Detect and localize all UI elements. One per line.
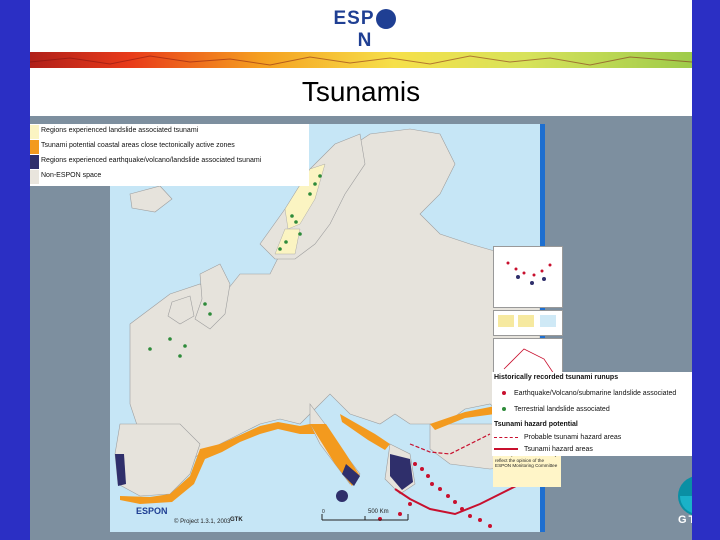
tsunami-hazard-line bbox=[394, 483, 521, 516]
green-dot-icon bbox=[502, 407, 506, 412]
legend-label-hazard: Tsunami hazard areas bbox=[524, 446, 593, 453]
espon-logo: ESPN EUROPEAN SPATIAL PLANNING OBSERVATI… bbox=[330, 8, 400, 62]
solid-line-icon bbox=[494, 448, 518, 451]
legend-label-tectonic: Tsunami potential coastal areas close te… bbox=[41, 142, 235, 149]
runup-hazard-legend: Historically recorded tsunami runups Ear… bbox=[492, 372, 692, 456]
espon-small-logo: ESPON bbox=[136, 506, 168, 516]
legend-row-tectonic: Tsunami potential coastal areas close te… bbox=[30, 140, 309, 154]
gtk-small-logo: GTK bbox=[230, 517, 243, 523]
dashed-line-icon bbox=[494, 436, 518, 438]
left-frame-bar bbox=[0, 0, 30, 540]
disclaimer-note: This map does not necessarily reflect th… bbox=[493, 451, 561, 487]
gtk-logo-text: GTK bbox=[678, 514, 692, 526]
slide: ESPN EUROPEAN SPATIAL PLANNING OBSERVATI… bbox=[30, 0, 692, 540]
legend-swatch-non-espon bbox=[30, 170, 39, 184]
legend-label-landslide-runup: Terrestrial landslide associated bbox=[514, 406, 610, 413]
legend-row-landslide: Regions experienced landslide associated… bbox=[30, 125, 309, 139]
legend-swatch-tectonic bbox=[30, 140, 39, 154]
inset-azores bbox=[493, 310, 563, 336]
legend-row-earthquake: Regions experienced earthquake/volcano/l… bbox=[30, 155, 309, 169]
legend-label-earthquake: Regions experienced earthquake/volcano/l… bbox=[41, 157, 262, 164]
legend-item-hazard: Tsunami hazard areas bbox=[494, 446, 593, 453]
logo-text: ESP bbox=[333, 8, 375, 29]
legend-label-eq-runup: Earthquake/Volcano/submarine landslide a… bbox=[514, 390, 677, 397]
hazard-color-stripe bbox=[30, 52, 692, 68]
legend-row-non-espon: Non-ESPON space bbox=[30, 170, 309, 184]
right-frame-bar bbox=[692, 0, 720, 540]
copyright-text: © Project 1.3.1, 2003 bbox=[174, 519, 231, 525]
scale-label: 500 Km bbox=[368, 509, 389, 515]
inset-canary bbox=[493, 246, 563, 308]
legend-item-eq-runup: Earthquake/Volcano/submarine landslide a… bbox=[494, 390, 676, 397]
legend-swatch-landslide bbox=[30, 125, 39, 139]
inset-canary-graphic bbox=[506, 261, 552, 285]
scale-bar: 0 bbox=[321, 509, 409, 521]
legend-swatch-earthquake bbox=[30, 155, 39, 169]
header: ESPN EUROPEAN SPATIAL PLANNING OBSERVATI… bbox=[30, 0, 692, 62]
slide-title: Tsunamis bbox=[301, 76, 421, 107]
legend-label-landslide: Regions experienced landslide associated… bbox=[41, 127, 199, 134]
iceland bbox=[129, 185, 173, 213]
hazard-heading: Tsunami hazard potential bbox=[494, 421, 578, 428]
runups-heading: Historically recorded tsunami runups bbox=[494, 374, 619, 381]
legend-label-non-espon: Non-ESPON space bbox=[41, 172, 102, 179]
red-dot-icon bbox=[502, 391, 506, 396]
eu-stars-icon bbox=[375, 8, 396, 29]
scale-zero: 0 bbox=[322, 509, 325, 515]
logo-text-end: N bbox=[357, 30, 373, 51]
legend-item-landslide-runup: Terrestrial landslide associated bbox=[494, 406, 610, 413]
legend-label-probable-hazard: Probable tsunami hazard areas bbox=[524, 434, 622, 441]
inset-azores-graphic bbox=[498, 315, 556, 327]
sicily-eq-region bbox=[336, 490, 348, 502]
map-legend: Regions experienced landslide associated… bbox=[30, 124, 309, 186]
legend-item-probable-hazard: Probable tsunami hazard areas bbox=[494, 434, 621, 441]
